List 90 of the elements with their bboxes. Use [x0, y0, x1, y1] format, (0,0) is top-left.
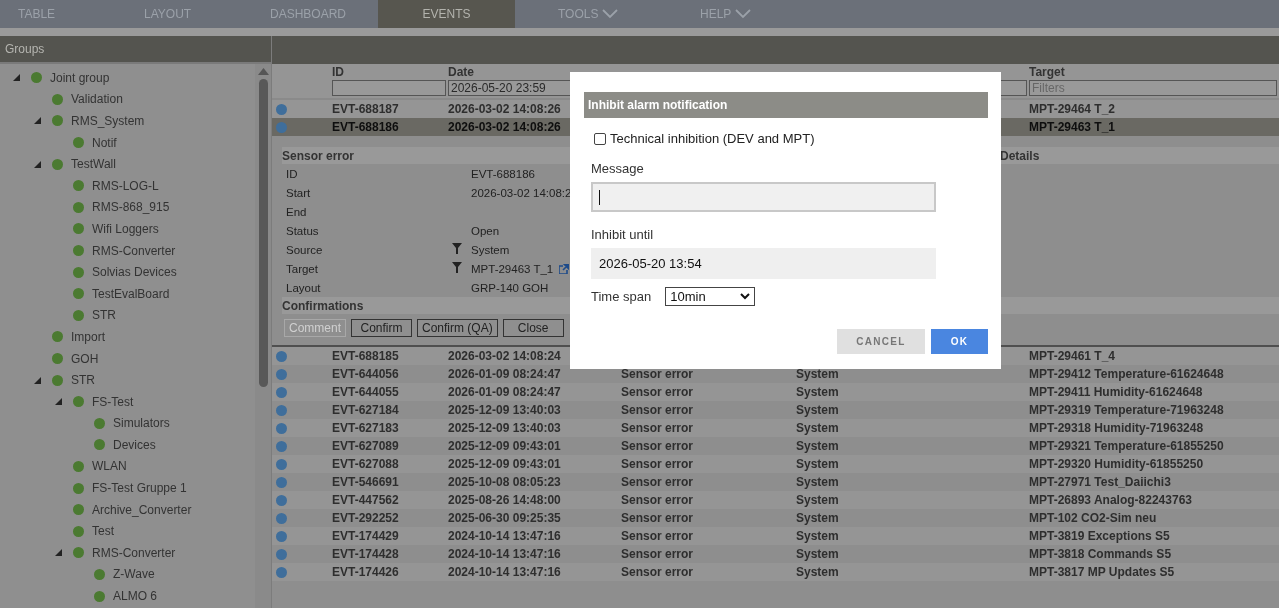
field-label: Time span — [591, 289, 652, 304]
event-id: EVT-627183 — [332, 421, 399, 435]
event-date: 2025-10-08 08:05:23 — [448, 475, 561, 489]
event-target: MPT-102 CO2-Sim neu — [1029, 511, 1157, 525]
event-id: EVT-292252 — [332, 511, 399, 525]
event-date: 2025-12-09 13:40:03 — [448, 403, 561, 417]
section-title: Sensor error — [282, 148, 355, 163]
event-date: 2025-06-30 09:25:35 — [448, 511, 561, 525]
event-target: MPT-29461 T_4 — [1029, 349, 1116, 363]
event-target: MPT-29412 Temperature-61624648 — [1029, 367, 1224, 381]
event-type: Sensor error — [621, 547, 694, 561]
event-target: MPT-29320 Humidity-61855250 — [1029, 457, 1204, 471]
field-label: End — [286, 205, 308, 218]
event-date: 2026-03-02 14:08:26 — [448, 120, 561, 134]
field-label: ID — [286, 167, 299, 180]
field-label: Message — [591, 161, 645, 176]
event-type: Sensor error — [621, 511, 694, 525]
event-date: 2026-03-02 14:08:24 — [448, 349, 561, 363]
event-source: System — [796, 403, 839, 417]
event-type: Sensor error — [621, 457, 694, 471]
event-date: 2025-12-09 09:43:01 — [448, 439, 561, 453]
event-target: MPT-29464 T_2 — [1029, 102, 1116, 116]
event-source: System — [796, 493, 839, 507]
event-id: EVT-644056 — [332, 367, 399, 381]
event-date: 2026-01-09 08:24:47 — [448, 385, 561, 399]
field-label: Start — [286, 186, 312, 199]
event-source: System — [796, 385, 839, 399]
field-label: Source — [286, 243, 324, 256]
event-source: System — [796, 367, 839, 381]
event-date: 2025-12-09 09:43:01 — [448, 457, 561, 471]
field-value: GRP-140 GOH — [471, 281, 549, 294]
field-value: Open — [471, 224, 500, 237]
event-target: MPT-3817 MP Updates S5 — [1029, 565, 1175, 579]
event-id: EVT-627088 — [332, 457, 399, 471]
event-target: MPT-27971 Test_Daiichi3 — [1029, 475, 1171, 489]
section-title: Details — [1000, 148, 1040, 163]
field-value: 2026-03-02 14:08:2 — [471, 186, 572, 199]
event-type: Sensor error — [621, 367, 694, 381]
event-id: EVT-174428 — [332, 547, 399, 561]
event-target: MPT-29318 Humidity-71963248 — [1029, 421, 1204, 435]
event-id: EVT-174429 — [332, 529, 399, 543]
event-id: EVT-644055 — [332, 385, 399, 399]
event-source: System — [796, 457, 839, 471]
field-label: Status — [286, 224, 320, 237]
section-title: Confirmations — [282, 298, 364, 313]
event-id: EVT-627184 — [332, 403, 399, 417]
event-date: 2024-10-14 13:47:16 — [448, 547, 561, 561]
field-value: MPT-29463 T_1 — [471, 262, 554, 275]
event-type: Sensor error — [621, 529, 694, 543]
event-source: System — [796, 439, 839, 453]
event-source: System — [796, 511, 839, 525]
event-type: Sensor error — [621, 439, 694, 453]
event-type: Sensor error — [621, 493, 694, 507]
field-label: Target — [286, 262, 319, 275]
event-id: EVT-688185 — [332, 349, 399, 363]
field-value: System — [471, 243, 510, 256]
event-id: EVT-627089 — [332, 439, 399, 453]
event-target: MPT-29411 Humidity-61624648 — [1029, 385, 1203, 399]
event-target: MPT-3819 Exceptions S5 — [1029, 529, 1170, 543]
event-type: Sensor error — [621, 421, 694, 435]
event-date: 2025-12-09 13:40:03 — [448, 421, 561, 435]
event-target: MPT-29321 Temperature-61855250 — [1029, 439, 1224, 453]
event-source: System — [796, 475, 839, 489]
event-source: System — [796, 529, 839, 543]
event-source: System — [796, 421, 839, 435]
event-date: 2024-10-14 13:47:16 — [448, 529, 561, 543]
event-target: MPT-26893 Analog-82243763 — [1029, 493, 1192, 507]
field-label: Layout — [286, 281, 322, 294]
event-id: EVT-546691 — [332, 475, 399, 489]
event-date: 2026-01-09 08:24:47 — [448, 367, 561, 381]
dialog-title: Inhibit alarm notification — [584, 92, 988, 118]
event-date: 2024-10-14 13:47:16 — [448, 565, 561, 579]
event-id: EVT-174426 — [332, 565, 399, 579]
event-id: EVT-447562 — [332, 493, 399, 507]
event-id: EVT-688187 — [332, 102, 399, 116]
event-id: EVT-688186 — [332, 120, 399, 134]
event-type: Sensor error — [621, 385, 694, 399]
event-type: Sensor error — [621, 403, 694, 417]
event-type: Sensor error — [621, 475, 694, 489]
event-type: Sensor error — [621, 565, 694, 579]
panel-header: Groups — [0, 36, 271, 64]
field-value: EVT-688186 — [471, 167, 535, 180]
field-label: Inhibit until — [591, 227, 655, 242]
event-date: 2025-08-26 14:48:00 — [448, 493, 561, 507]
event-target: MPT-3818 Commands S5 — [1029, 547, 1172, 561]
event-date: 2026-03-02 14:08:26 — [448, 102, 561, 116]
event-source: System — [796, 547, 839, 561]
event-target: MPT-29319 Temperature-71963248 — [1029, 403, 1224, 417]
event-source: System — [796, 565, 839, 579]
event-target: MPT-29463 T_1 — [1029, 120, 1116, 134]
